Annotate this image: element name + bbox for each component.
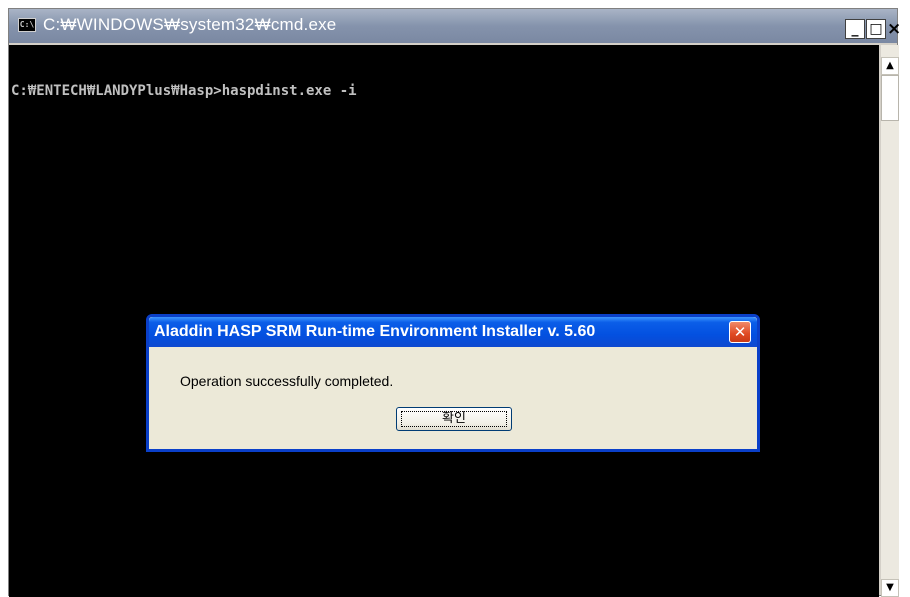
scroll-down-icon[interactable]: ▼ — [881, 579, 899, 597]
dialog-close-button[interactable]: ✕ — [729, 321, 751, 343]
cmd-window: C:\ C:₩WINDOWS₩system32₩cmd.exe _ □ × C:… — [8, 8, 901, 597]
minimize-button[interactable]: _ — [845, 19, 865, 39]
console-command-line: C:₩ENTECH₩LANDYPlus₩Hasp>haspdinst.exe -… — [11, 83, 357, 99]
cmd-window-title: C:₩WINDOWS₩system32₩cmd.exe — [43, 15, 337, 34]
dialog-message: Operation successfully completed. — [180, 373, 394, 389]
maximize-button[interactable]: □ — [866, 19, 886, 39]
close-button[interactable]: × — [887, 19, 901, 39]
scroll-thumb[interactable] — [881, 75, 899, 121]
cmd-titlebar[interactable]: C:\ C:₩WINDOWS₩system32₩cmd.exe _ □ × — [9, 9, 901, 43]
installer-dialog: Aladdin HASP SRM Run-time Environment In… — [146, 314, 760, 452]
ok-button[interactable]: 확인 — [396, 407, 512, 431]
scroll-up-icon[interactable]: ▲ — [881, 57, 899, 75]
cmd-app-icon[interactable]: C:\ — [18, 18, 36, 32]
ok-button-label: 확인 — [442, 411, 466, 426]
dialog-title: Aladdin HASP SRM Run-time Environment In… — [154, 323, 596, 340]
vertical-scrollbar[interactable]: ▲ ▼ — [881, 45, 899, 597]
dialog-titlebar[interactable]: Aladdin HASP SRM Run-time Environment In… — [149, 317, 757, 347]
